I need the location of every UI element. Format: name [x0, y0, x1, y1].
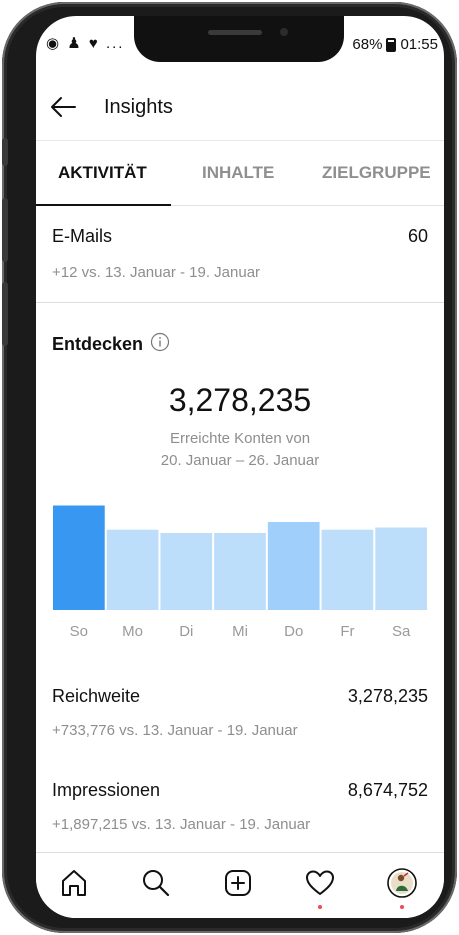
volume-up-button [2, 198, 8, 262]
search-icon[interactable] [140, 867, 172, 899]
mute-switch [2, 138, 8, 166]
discover-title: Entdecken [52, 334, 144, 354]
reach-comparison: +733,776 vs. 13. Januar - 19. Januar [52, 722, 298, 739]
active-tab-indicator [36, 204, 171, 206]
tab-inhalte[interactable]: INHALTE [202, 163, 274, 183]
chart-day-label: Fr [340, 623, 354, 640]
emails-comparison: +12 vs. 13. Januar - 19. Januar [52, 264, 261, 281]
chart-day-label: So [70, 623, 88, 640]
section-divider [36, 302, 444, 303]
chart-bar-di[interactable] [160, 533, 213, 610]
notch [134, 16, 344, 62]
chart-day-label: Sa [392, 623, 411, 640]
reach-label: Reichweite [52, 686, 141, 706]
front-camera [280, 28, 288, 36]
chart-bar-do[interactable] [267, 522, 320, 610]
profile-notification-dot [400, 905, 404, 909]
chart-bar-mo[interactable] [106, 529, 159, 610]
bottom-nav [36, 852, 444, 918]
status-right: 68% 01:55 [352, 36, 438, 53]
screen: ◉ ♟ ♥ ... 68% 01:55 Insights AKTIVITÄT I… [36, 16, 444, 918]
tab-bar: AKTIVITÄT INHALTE ZIELGRUPPE [36, 140, 444, 206]
new-post-icon[interactable] [222, 867, 254, 899]
clock: 01:55 [400, 36, 438, 53]
reached-accounts-caption: Erreichte Konten von [169, 430, 311, 447]
chart-day-label: Di [179, 623, 193, 640]
activity-notification-dot [318, 905, 322, 909]
activity-heart-icon[interactable] [304, 867, 336, 899]
home-icon[interactable] [58, 867, 90, 899]
impressions-value: 8,674,752 [347, 780, 428, 800]
impressions-comparison: +1,897,215 vs. 13. Januar - 19. Januar [52, 816, 311, 833]
app-header: Insights [36, 78, 444, 138]
speaker-slit [208, 30, 262, 35]
chart-bar-fr[interactable] [321, 529, 374, 610]
back-arrow-icon[interactable] [48, 92, 78, 122]
emails-label: E-Mails [52, 226, 113, 246]
page-title: Insights [104, 96, 173, 118]
chart-day-label: Mi [232, 623, 248, 640]
reached-accounts-number: 3,278,235 [168, 382, 312, 418]
status-icons: ◉ ♟ ♥ ... [46, 35, 125, 52]
battery-percent: 68% [352, 36, 383, 53]
volume-down-button [2, 282, 8, 346]
reach-value: 3,278,235 [347, 686, 428, 706]
phone-frame: ◉ ♟ ♥ ... 68% 01:55 Insights AKTIVITÄT I… [2, 2, 457, 933]
chart-bar-so[interactable] [53, 505, 105, 611]
emails-value: 60 [407, 226, 428, 246]
info-icon[interactable] [150, 332, 170, 352]
chart-bar-mi[interactable] [214, 533, 266, 610]
profile-avatar[interactable] [386, 867, 418, 899]
date-range-caption: 20. Januar – 26. Januar [160, 452, 320, 469]
impressions-label: Impressionen [52, 780, 161, 800]
chart-day-label: Do [284, 623, 303, 640]
battery-icon [386, 37, 397, 52]
tab-zielgruppe[interactable]: ZIELGRUPPE [322, 163, 431, 183]
tab-aktivitaet[interactable]: AKTIVITÄT [58, 163, 147, 183]
daily-reach-chart: So Mo Di Mi Do Fr Sa [53, 505, 427, 640]
chart-bar-sa[interactable] [375, 527, 427, 611]
chart-day-label: Mo [122, 623, 143, 640]
